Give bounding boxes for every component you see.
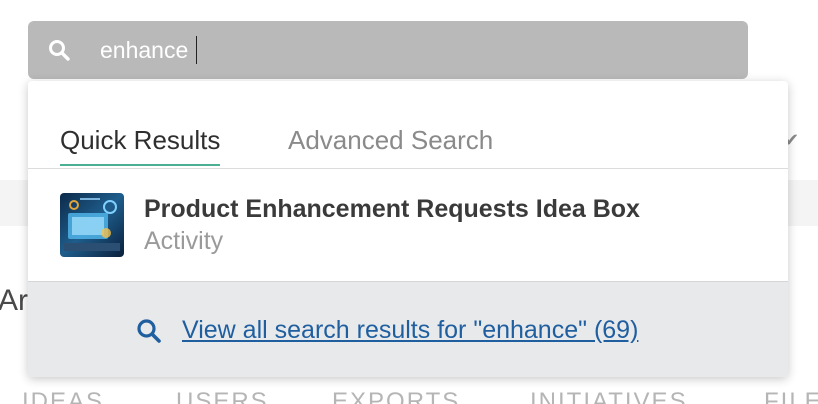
result-type: Activity [144, 227, 224, 255]
page: ✔ Ar IDEAS USERS EXPORTS INITIATIVES FIL… [0, 0, 818, 404]
background-heading: Ar [0, 284, 28, 317]
text-caret [196, 36, 197, 64]
search-result-item[interactable]: Product Enhancement Requests Idea Box Ac… [28, 169, 788, 281]
nav-item-initiatives[interactable]: INITIATIVES [530, 388, 688, 404]
nav-item-files[interactable]: FILE [764, 388, 818, 404]
result-title: Product Enhancement Requests Idea Box [144, 195, 640, 223]
search-tabs: Quick Results Advanced Search [28, 81, 788, 169]
tab-advanced-search[interactable]: Advanced Search [288, 125, 493, 164]
nav-item-exports[interactable]: EXPORTS [332, 388, 460, 404]
search-dropdown: Quick Results Advanced Search Product En… [28, 81, 788, 377]
result-thumbnail [60, 193, 124, 257]
search-bar[interactable] [28, 21, 748, 79]
view-all-results-link[interactable]: View all search results for "enhance" (6… [136, 316, 638, 345]
search-icon [136, 318, 162, 344]
search-input[interactable] [100, 30, 700, 70]
view-all-results-label: View all search results for "enhance" (6… [182, 316, 639, 344]
nav-item-ideas[interactable]: IDEAS [22, 388, 104, 404]
background-nav: IDEAS USERS EXPORTS INITIATIVES FILE [0, 388, 818, 404]
tab-quick-results[interactable]: Quick Results [60, 125, 221, 166]
search-icon [48, 39, 70, 61]
search-footer: View all search results for "enhance" (6… [28, 281, 788, 377]
nav-item-users[interactable]: USERS [176, 388, 269, 404]
